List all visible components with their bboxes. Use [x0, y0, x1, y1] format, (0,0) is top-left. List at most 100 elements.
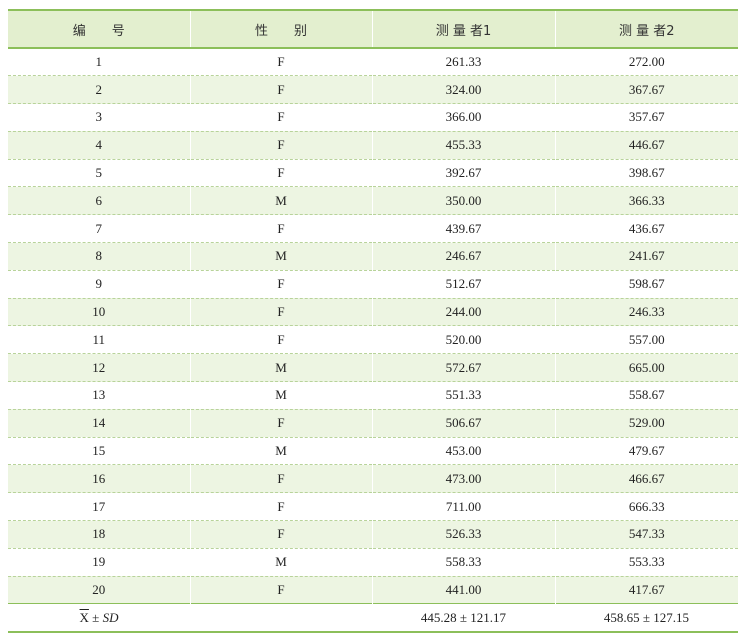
- cell-id: 4: [95, 137, 103, 153]
- plus-minus-symbol: ±: [88, 609, 103, 625]
- cell-id: 17: [92, 498, 106, 514]
- cell-measurer-1: 558.33: [371, 548, 555, 577]
- header-measurer-1: 测 量 者1: [371, 10, 555, 48]
- cell-id: 9: [95, 276, 103, 292]
- cell-measurer-2: 246.33: [554, 298, 738, 326]
- header-measurer-2: 测 量 者2: [554, 10, 738, 48]
- cell-id: 7: [95, 220, 103, 236]
- cell-sex: F: [189, 131, 372, 160]
- cell-sex: F: [189, 270, 372, 299]
- cell-measurer-1: 506.67: [371, 409, 555, 438]
- cell-id: 18: [92, 526, 106, 542]
- cell-sex: F: [189, 520, 372, 549]
- cell-sex: M: [189, 381, 372, 410]
- cell-id: 16: [92, 470, 106, 486]
- cell-sex: F: [189, 214, 372, 243]
- cell-measurer-2: 665.00: [554, 353, 738, 382]
- summary-measurer-2: 458.65 ± 127.15: [603, 609, 690, 625]
- cell-measurer-1: 520.00: [371, 325, 555, 354]
- summary-label: X ± SD: [8, 604, 190, 632]
- cell-id: 6: [95, 192, 103, 208]
- table-row: 17 F 711.00 666.33: [8, 492, 738, 521]
- cell-measurer-2: 547.33: [554, 520, 738, 549]
- sd-symbol: SD: [102, 609, 119, 625]
- table-row: 3 F 366.00 357.67: [8, 103, 738, 132]
- cell-measurer-1: 244.00: [371, 298, 555, 326]
- table-row: 7 F 439.67 436.67: [8, 214, 738, 243]
- cell-measurer-2: 529.00: [554, 409, 738, 438]
- cell-sex: F: [189, 576, 372, 604]
- cell-measurer-1: 455.33: [371, 131, 555, 160]
- table-header: 编 号 性 别 测 量 者1 测 量 者2: [8, 10, 738, 48]
- cell-measurer-1: 392.67: [371, 159, 555, 187]
- cell-measurer-2: 558.67: [554, 381, 738, 410]
- summary-sex: [190, 604, 372, 632]
- cell-id: 19: [92, 554, 106, 570]
- cell-sex: F: [189, 409, 372, 438]
- cell-measurer-1: 366.00: [371, 103, 555, 132]
- table-row: 16 F 473.00 466.67: [8, 464, 738, 493]
- cell-sex: F: [189, 492, 372, 521]
- header-sex: 性 别: [189, 10, 372, 48]
- cell-measurer-2: 357.67: [554, 103, 738, 132]
- table-row: 20 F 441.00 417.67: [8, 576, 738, 604]
- cell-sex: M: [189, 186, 372, 215]
- cell-measurer-2: 553.33: [554, 548, 738, 577]
- cell-sex: F: [189, 298, 372, 326]
- cell-measurer-1: 350.00: [371, 186, 555, 215]
- header-row: 编 号 性 别 测 量 者1 测 量 者2: [8, 10, 738, 48]
- cell-measurer-2: 466.67: [554, 464, 738, 493]
- table-row: 5 F 392.67 398.67: [8, 159, 738, 187]
- table-row: 6 M 350.00 366.33: [8, 186, 738, 215]
- cell-measurer-2: 557.00: [554, 325, 738, 354]
- table-row: 14 F 506.67 529.00: [8, 409, 738, 438]
- cell-measurer-1: 551.33: [371, 381, 555, 410]
- table-row: 12 M 572.67 665.00: [8, 353, 738, 382]
- cell-sex: F: [189, 103, 372, 132]
- cell-measurer-2: 598.67: [554, 270, 738, 299]
- cell-measurer-2: 417.67: [554, 576, 738, 604]
- measurement-table-container: 编 号 性 别 测 量 者1 测 量 者2 1 F 261.33 272.00 2 F 32…: [8, 9, 738, 633]
- table-row: 1 F 261.33 272.00: [8, 48, 738, 76]
- table-row: 15 M 453.00 479.67: [8, 437, 738, 465]
- cell-measurer-2: 398.67: [554, 159, 738, 187]
- table-row: 10 F 244.00 246.33: [8, 298, 738, 326]
- cell-measurer-2: 666.33: [554, 492, 738, 521]
- cell-measurer-2: 367.67: [554, 75, 738, 104]
- table-body: 1 F 261.33 272.00 2 F 324.00 367.67 3 F 366.00 357.…: [8, 48, 738, 604]
- summary-row: X ± SD 445.28 ± 121.17 458.65 ± 127.15: [8, 603, 738, 632]
- cell-id: 15: [92, 443, 106, 459]
- cell-measurer-1: 473.00: [371, 464, 555, 493]
- cell-id: 11: [92, 331, 106, 347]
- measurement-table: 编 号 性 别 测 量 者1 测 量 者2 1 F 261.33 272.00 2 F 32…: [8, 9, 738, 633]
- table-row: 2 F 324.00 367.67: [8, 75, 738, 104]
- cell-id: 12: [92, 359, 106, 375]
- cell-id: 2: [95, 81, 103, 97]
- cell-measurer-2: 479.67: [554, 437, 738, 465]
- cell-id: 13: [92, 387, 106, 403]
- cell-id: 14: [92, 415, 106, 431]
- cell-measurer-2: 436.67: [554, 214, 738, 243]
- cell-sex: F: [189, 325, 372, 354]
- cell-measurer-1: 439.67: [371, 214, 555, 243]
- cell-measurer-1: 324.00: [371, 75, 555, 104]
- cell-id: 20: [92, 582, 106, 598]
- table-row: 11 F 520.00 557.00: [8, 325, 738, 354]
- table-row: 9 F 512.67 598.67: [8, 270, 738, 299]
- table-row: 4 F 455.33 446.67: [8, 131, 738, 160]
- cell-sex: F: [189, 159, 372, 187]
- cell-id: 5: [95, 165, 103, 181]
- cell-measurer-1: 246.67: [371, 242, 555, 271]
- table-footer: X ± SD 445.28 ± 121.17 458.65 ± 127.15: [8, 603, 738, 632]
- cell-sex: F: [189, 48, 372, 76]
- cell-measurer-1: 261.33: [371, 48, 555, 76]
- table-row: 13 M 551.33 558.67: [8, 381, 738, 410]
- cell-sex: M: [189, 548, 372, 577]
- table-row: 19 M 558.33 553.33: [8, 548, 738, 577]
- cell-measurer-2: 272.00: [554, 48, 738, 76]
- table-row: 18 F 526.33 547.33: [8, 520, 738, 549]
- cell-sex: M: [189, 437, 372, 465]
- cell-measurer-1: 572.67: [371, 353, 555, 382]
- cell-sex: F: [189, 75, 372, 104]
- cell-measurer-2: 366.33: [554, 186, 738, 215]
